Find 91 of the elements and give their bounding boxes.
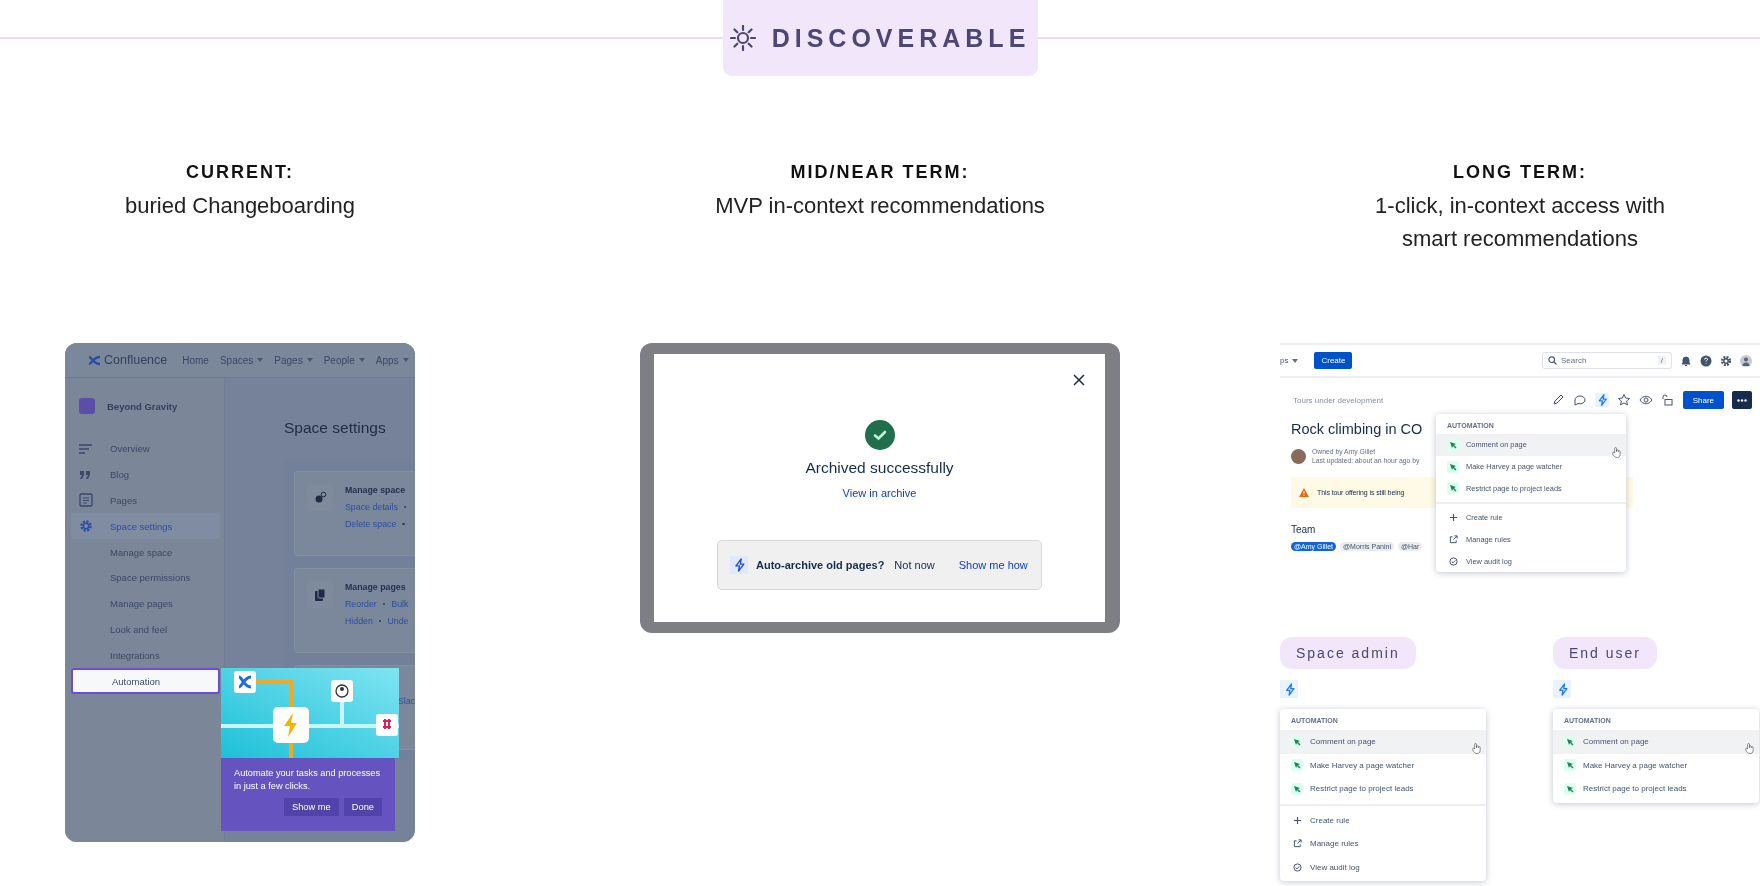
sun-icon [729, 25, 756, 51]
hand-cursor-icon [1472, 743, 1481, 754]
menu-item[interactable]: Create rule [1280, 808, 1486, 832]
search-field[interactable]: Search / [1542, 352, 1672, 369]
lightning-icon[interactable] [1594, 393, 1609, 407]
menu-item[interactable]: Manage rules [1280, 832, 1486, 856]
unlock-icon[interactable] [1660, 393, 1675, 407]
success-check-icon [864, 420, 895, 450]
bell-icon[interactable] [1680, 354, 1692, 367]
rule-icon [1291, 782, 1303, 795]
rule-icon [1564, 782, 1576, 795]
menu-item[interactable]: Make Harvey a page watcher [1553, 753, 1759, 777]
menu-item[interactable]: View audit log [1280, 855, 1486, 879]
page-title: Space settings [284, 419, 386, 436]
avatar-icon[interactable] [1740, 354, 1752, 367]
role-tag: Space admin [1280, 637, 1416, 669]
nav-item[interactable]: ps [1280, 356, 1299, 365]
settings-card-icon [307, 582, 333, 608]
external-link-icon [1292, 839, 1302, 849]
sidebar-item[interactable]: Automation [71, 668, 220, 694]
caret-icon [358, 358, 365, 362]
menu-item[interactable]: Comment on page [1553, 730, 1759, 754]
pencil-icon[interactable] [1550, 393, 1565, 407]
help-icon[interactable] [1700, 354, 1712, 367]
menu-item[interactable]: Make Harvey a page watcher [1280, 753, 1486, 777]
check-circle-icon [1292, 862, 1302, 872]
search-icon [1548, 356, 1557, 365]
caret-icon [257, 358, 264, 362]
spotlight-button[interactable]: Show me [284, 798, 339, 816]
column-subtitle: buried Changeboarding [125, 192, 355, 220]
rule-icon [1447, 482, 1459, 495]
column-subtitle: 1-click, in-context access with smart recommendations [1374, 192, 1666, 253]
page-title: Rock climbing in CO [1291, 421, 1423, 437]
shortcut-key: / [1657, 356, 1666, 365]
avatar [1291, 448, 1306, 464]
column-heading: CURRENT: [186, 162, 294, 183]
rule-icon [1291, 759, 1303, 772]
lightning-icon[interactable] [1553, 680, 1571, 698]
create-button[interactable]: Create [1314, 352, 1353, 369]
warning-icon [1299, 488, 1309, 497]
more-button[interactable] [1732, 391, 1752, 409]
document-icon [79, 493, 93, 508]
card-title: Manage pages [345, 582, 407, 592]
dialog-title: Archived successfully [805, 459, 954, 477]
column-heading: MID/NEAR TERM: [790, 162, 970, 183]
lightning-icon [730, 556, 748, 574]
rule-icon [1447, 460, 1459, 473]
lightning-icon[interactable] [1280, 680, 1298, 698]
hand-cursor-icon [1745, 743, 1754, 754]
plus-icon [1292, 815, 1302, 825]
menu-item[interactable]: Restrict page to project leads [1280, 777, 1486, 801]
close-icon[interactable] [1073, 374, 1085, 386]
rule-icon [1564, 759, 1576, 772]
not-now-button[interactable]: Not now [894, 559, 935, 571]
comment-icon[interactable] [1572, 393, 1587, 407]
suggestion-question: Auto-archive old pages? [756, 559, 885, 571]
spotlight-text: Automate your tasks and processes in just a few clicks. [233, 767, 382, 793]
role-tag: End user [1553, 637, 1658, 669]
plus-icon [1448, 513, 1458, 523]
spotlight-button[interactable]: Done [343, 798, 382, 816]
menu-item[interactable]: Comment on page [1280, 730, 1486, 754]
card-title: Manage space [345, 485, 407, 495]
gear-icon [79, 519, 93, 534]
badge-label: DISCOVERABLE [771, 23, 1031, 53]
caret-icon [402, 358, 409, 362]
share-button[interactable]: Share [1682, 391, 1724, 409]
hand-cursor-icon [1612, 447, 1621, 458]
caret-icon [1292, 358, 1299, 363]
column-heading: LONG TERM: [1453, 162, 1587, 183]
check-circle-icon [1448, 556, 1458, 566]
view-archive-link[interactable]: View in archive [842, 487, 917, 499]
rule-icon [1291, 735, 1303, 748]
section-heading: Team [1291, 524, 1316, 535]
eye-icon[interactable] [1638, 393, 1653, 407]
breadcrumb[interactable]: Tours under development [1293, 395, 1384, 405]
settings-card-icon [307, 485, 333, 511]
show-me-how-button[interactable]: Show me how [958, 559, 1028, 571]
rule-icon [1447, 438, 1459, 451]
settings-icon[interactable] [1720, 354, 1732, 367]
search-input[interactable]: Search [1561, 356, 1641, 365]
external-link-icon [1448, 535, 1458, 545]
rule-icon [1564, 735, 1576, 748]
column-subtitle: MVP in-context recommendations [715, 192, 1045, 220]
space-avatar [79, 398, 95, 414]
star-icon[interactable] [1616, 393, 1631, 407]
space-name: Beyond Gravity [107, 400, 178, 412]
menu-item[interactable]: Restrict page to project leads [1553, 777, 1759, 801]
quote-icon [79, 469, 91, 480]
more-icon [1737, 398, 1747, 402]
lines-icon [79, 443, 93, 454]
caret-icon [306, 358, 313, 362]
